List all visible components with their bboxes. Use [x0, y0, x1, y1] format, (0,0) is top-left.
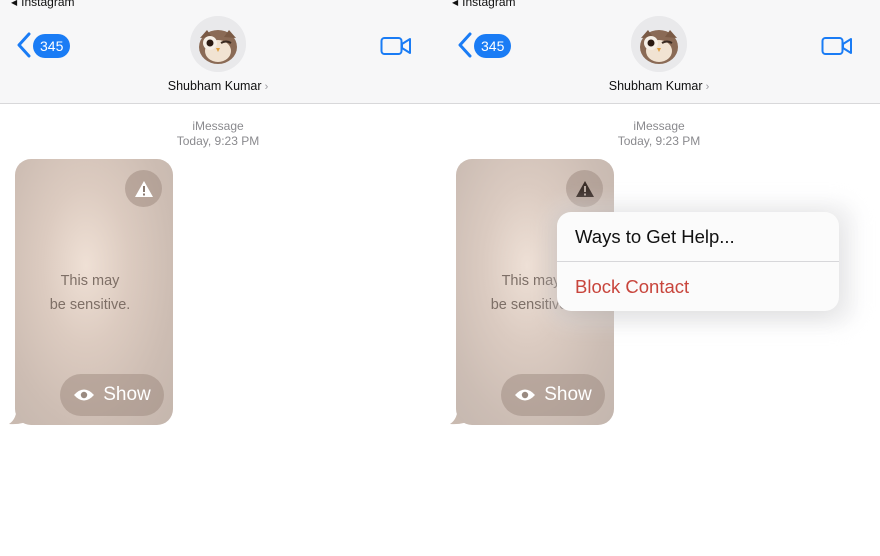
show-label: Show — [544, 384, 592, 405]
unread-count-badge[interactable]: 345 — [474, 34, 512, 58]
unread-count-badge[interactable]: 345 — [33, 34, 71, 58]
contact-name-text: Shubham Kumar — [608, 79, 703, 93]
conversation-header: ◀ Instagram 345 Shubham Kumar › — [0, 0, 441, 104]
avatar[interactable] — [631, 16, 687, 72]
show-button[interactable]: Show — [501, 374, 605, 416]
back-app-label: Instagram — [462, 0, 516, 9]
service-label: iMessage — [633, 119, 685, 133]
timestamp-label: Today, 9:23 PM — [617, 134, 701, 148]
show-label: Show — [103, 384, 151, 405]
conversation-header: ◀ Instagram 345 Shubham Kumar › — [441, 0, 880, 104]
contact-name[interactable]: Shubham Kumar › — [441, 79, 877, 93]
sensitive-text-line2: be sensitive. — [49, 297, 131, 313]
chevron-left-icon[interactable] — [16, 32, 32, 58]
chevron-right-icon: › — [705, 81, 710, 93]
screenshot-stage: ◀ Instagram 345 Shubham Kumar › iMessage… — [0, 0, 880, 556]
chevron-right-icon: › — [264, 81, 269, 93]
menu-item-ways-to-get-help[interactable]: Ways to Get Help... — [557, 212, 839, 261]
video-camera-icon[interactable] — [821, 35, 853, 57]
warning-button[interactable] — [125, 170, 162, 207]
back-app-label: Instagram — [21, 0, 75, 9]
back-triangle-icon: ◀ — [452, 0, 459, 7]
warning-icon — [575, 180, 594, 197]
messages-panel-left: ◀ Instagram 345 Shubham Kumar › iMessage… — [0, 0, 441, 556]
video-camera-icon[interactable] — [380, 35, 412, 57]
back-to-app-link[interactable]: ◀ Instagram — [452, 0, 516, 9]
conversation-timestamp: iMessage Today, 9:23 PM — [441, 119, 877, 149]
eye-icon — [515, 389, 536, 401]
context-menu: Ways to Get Help... Block Contact — [557, 212, 839, 311]
owl-avatar-icon — [190, 16, 246, 72]
warning-icon — [134, 180, 153, 197]
chevron-left-icon[interactable] — [457, 32, 473, 58]
sensitive-content-notice: This may be sensitive. — [15, 269, 165, 317]
show-button[interactable]: Show — [60, 374, 164, 416]
menu-item-block-contact[interactable]: Block Contact — [557, 262, 839, 311]
service-label: iMessage — [192, 119, 244, 133]
owl-avatar-icon — [631, 16, 687, 72]
sensitive-text-line1: This may — [60, 273, 120, 289]
conversation-timestamp: iMessage Today, 9:23 PM — [0, 119, 436, 149]
avatar[interactable] — [190, 16, 246, 72]
contact-name[interactable]: Shubham Kumar › — [0, 79, 436, 93]
eye-icon — [74, 389, 95, 401]
back-triangle-icon: ◀ — [11, 0, 18, 7]
sensitive-image-bubble[interactable]: This may be sensitive. Show — [15, 159, 173, 425]
contact-name-text: Shubham Kumar — [167, 79, 262, 93]
timestamp-label: Today, 9:23 PM — [176, 134, 260, 148]
back-to-app-link[interactable]: ◀ Instagram — [11, 0, 75, 9]
